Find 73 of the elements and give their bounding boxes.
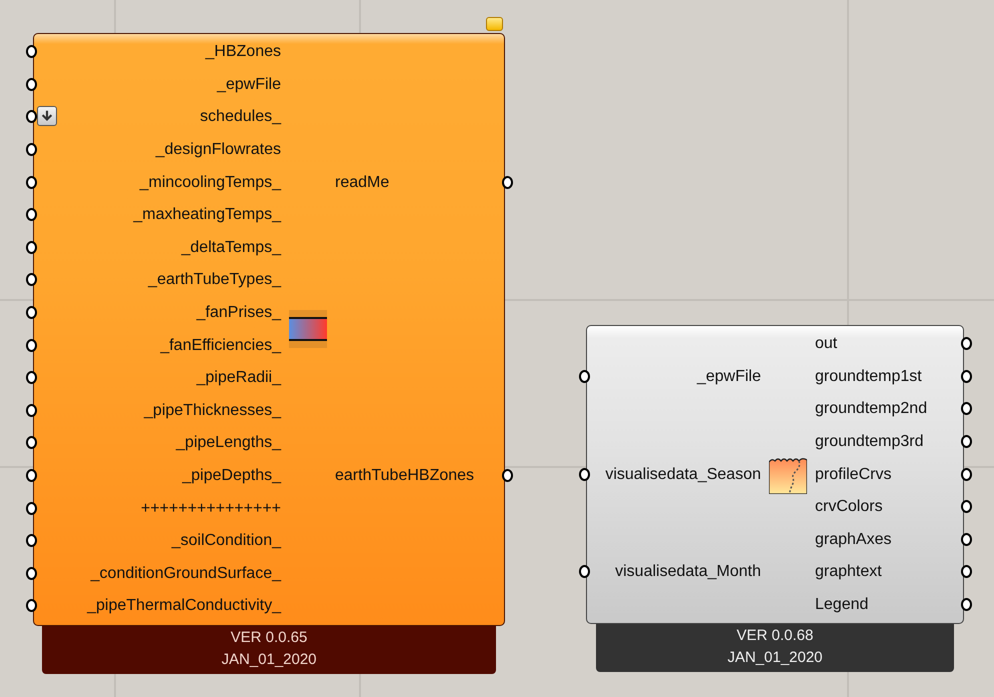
input-label: +++++++++++++++ (140, 498, 281, 519)
input-label: _designFlowrates (156, 140, 281, 160)
output-label: graphAxes (815, 530, 892, 550)
input-grip[interactable] (26, 436, 37, 450)
input-grip[interactable] (26, 338, 37, 352)
version-label: VER 0.0.68 (736, 626, 814, 646)
input-label: _conditionGroundSurface_ (90, 564, 281, 584)
input-grip[interactable] (26, 78, 37, 91)
input-grip[interactable] (26, 371, 37, 384)
output-grip[interactable] (961, 370, 972, 383)
output-label: out (815, 334, 838, 354)
input-label: _HBZones (205, 42, 281, 62)
input-label: _pipeThermalConductivity_ (87, 596, 281, 616)
output-label: graphtext (815, 562, 882, 582)
input-label: _maxheatingTemps_ (133, 205, 281, 226)
output-grip[interactable] (961, 402, 972, 416)
input-grip[interactable] (26, 566, 37, 580)
output-grip[interactable] (961, 435, 972, 448)
input-grip[interactable] (26, 599, 37, 612)
output-label: earthTubeHBZones (335, 466, 474, 486)
input-grip[interactable] (26, 208, 37, 222)
output-grip[interactable] (502, 469, 513, 482)
input-label: _pipeThicknesses_ (144, 400, 281, 421)
input-label: _pipeLengths_ (176, 433, 281, 454)
version-label: VER 0.0.65 (230, 628, 308, 648)
output-grip[interactable] (961, 468, 972, 481)
input-label: schedules_ (200, 107, 281, 128)
input-grip[interactable] (26, 45, 37, 58)
input-grip[interactable] (26, 404, 37, 417)
input-grip[interactable] (26, 306, 37, 320)
output-label: crvColors (815, 497, 883, 518)
input-grip[interactable] (26, 143, 37, 156)
input-label: _pipeRadii_ (196, 368, 281, 388)
output-label: readMe (335, 172, 390, 193)
output-label: groundtemp2nd (815, 399, 928, 420)
input-label: _mincoolingTemps_ (140, 172, 281, 193)
ground-profile-icon (769, 456, 807, 494)
input-grip[interactable] (579, 565, 590, 578)
input-grip[interactable] (26, 240, 37, 254)
component-body[interactable] (586, 325, 964, 624)
input-label: _soilCondition_ (172, 531, 281, 552)
output-grip[interactable] (961, 532, 972, 546)
input-label: _epwFile (696, 366, 761, 387)
input-grip[interactable] (26, 176, 37, 189)
output-grip[interactable] (961, 500, 972, 514)
input-grip[interactable] (579, 370, 590, 383)
input-grip[interactable] (26, 469, 37, 482)
input-grip[interactable] (26, 502, 37, 515)
output-label: groundtemp1st (815, 366, 922, 387)
output-grip[interactable] (502, 176, 513, 189)
input-label: _fanEfficiencies_ (160, 336, 281, 356)
input-label: _deltaTemps_ (181, 238, 281, 258)
date-label: JAN_01_2020 (221, 650, 317, 670)
message-balloon-icon[interactable] (486, 17, 503, 31)
input-grip[interactable] (26, 534, 37, 548)
component-body[interactable] (33, 33, 505, 626)
date-label: JAN_01_2020 (727, 648, 823, 668)
input-grip[interactable] (26, 273, 37, 286)
output-grip[interactable] (961, 337, 972, 350)
output-grip[interactable] (961, 565, 972, 578)
output-label: groundtemp3rd (815, 432, 924, 452)
output-grip[interactable] (961, 598, 972, 612)
output-label: Legend (815, 595, 868, 616)
gradient-bar-icon (289, 310, 327, 348)
input-label: _epwFile (216, 74, 281, 95)
input-label: _fanPrises_ (196, 303, 281, 324)
output-label: profileCrvs (815, 464, 892, 485)
input-label: _earthTubeTypes_ (148, 270, 281, 290)
input-label: _pipeDepths_ (182, 466, 281, 486)
input-label: visualisedata_Month (615, 562, 761, 582)
input-grip[interactable] (579, 468, 590, 481)
input-label: visualisedata_Season (605, 464, 761, 485)
input-grip[interactable] (26, 110, 37, 124)
